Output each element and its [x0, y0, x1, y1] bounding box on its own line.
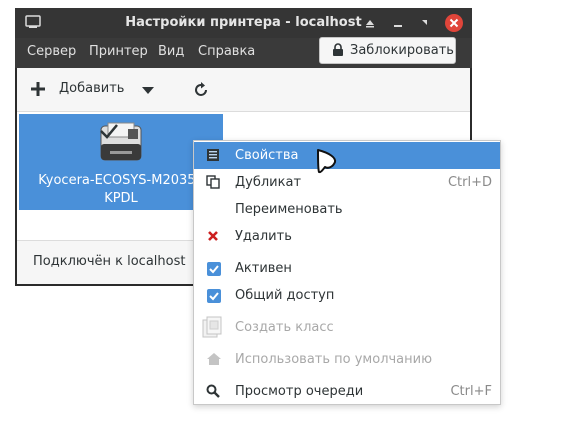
- lock-button[interactable]: Заблокировать: [319, 37, 456, 64]
- close-icon[interactable]: [444, 13, 463, 32]
- menu-item-label: Активен: [235, 261, 292, 276]
- menu-server[interactable]: Сервер: [27, 44, 76, 59]
- printer-icon: [98, 120, 144, 170]
- menu-item-enabled[interactable]: Активен: [194, 255, 500, 282]
- copy-icon: [206, 175, 222, 191]
- menu-item-create-class[interactable]: Создать класс: [194, 314, 500, 341]
- menu-item-set-default[interactable]: Использовать по умолчанию: [194, 346, 500, 373]
- delete-icon: [206, 229, 222, 245]
- titlebar[interactable]: Настройки принтера - localhost: [15, 8, 472, 38]
- search-icon: [206, 384, 222, 400]
- menu-item-shortcut: Ctrl+D: [447, 175, 492, 190]
- menu-help[interactable]: Справка: [198, 44, 255, 59]
- home-icon: [206, 352, 222, 368]
- menu-item-label: Создать класс: [235, 320, 334, 335]
- menu-item-shared[interactable]: Общий доступ: [194, 282, 500, 309]
- refresh-icon[interactable]: [192, 81, 210, 103]
- menu-item-label: Общий доступ: [235, 288, 335, 303]
- create-class-icon: [202, 315, 226, 339]
- context-menu: Свойства Дубликат Ctrl+D Переименовать У…: [193, 140, 501, 405]
- restore-icon[interactable]: [415, 14, 433, 32]
- menu-item-properties[interactable]: Свойства: [194, 142, 500, 169]
- menu-item-label: Использовать по умолчанию: [235, 352, 433, 367]
- connection-status: Подключён к localhost: [33, 254, 186, 269]
- menu-item-view-queue[interactable]: Просмотр очереди Ctrl+F: [194, 378, 500, 405]
- menu-view[interactable]: Вид: [158, 44, 184, 59]
- lock-button-label: Заблокировать: [350, 43, 454, 58]
- menu-item-label: Дубликат: [235, 175, 302, 190]
- lock-icon: [332, 43, 344, 61]
- menu-item-shortcut: Ctrl+F: [450, 384, 492, 399]
- menu-printer[interactable]: Принтер: [89, 44, 148, 59]
- menu-item-duplicate[interactable]: Дубликат Ctrl+D: [194, 169, 500, 196]
- menu-item-rename[interactable]: Переименовать: [194, 196, 500, 223]
- menu-item-label: Переименовать: [235, 202, 343, 217]
- minimize-icon[interactable]: [389, 14, 407, 32]
- toolbar: Добавить: [17, 68, 470, 112]
- maximize-icon[interactable]: [361, 14, 379, 32]
- checkbox-checked-icon[interactable]: [206, 288, 222, 304]
- menu-item-label: Свойства: [235, 148, 299, 163]
- menu-item-label: Удалить: [235, 229, 292, 244]
- plus-icon: [31, 82, 45, 100]
- menu-item-delete[interactable]: Удалить: [194, 223, 500, 250]
- mouse-pointer-icon: [315, 148, 339, 180]
- properties-icon: [206, 148, 222, 164]
- menu-item-label: Просмотр очереди: [235, 384, 364, 399]
- checkbox-checked-icon[interactable]: [206, 261, 222, 277]
- chevron-down-icon[interactable]: [142, 84, 154, 99]
- add-button-label: Добавить: [59, 81, 125, 96]
